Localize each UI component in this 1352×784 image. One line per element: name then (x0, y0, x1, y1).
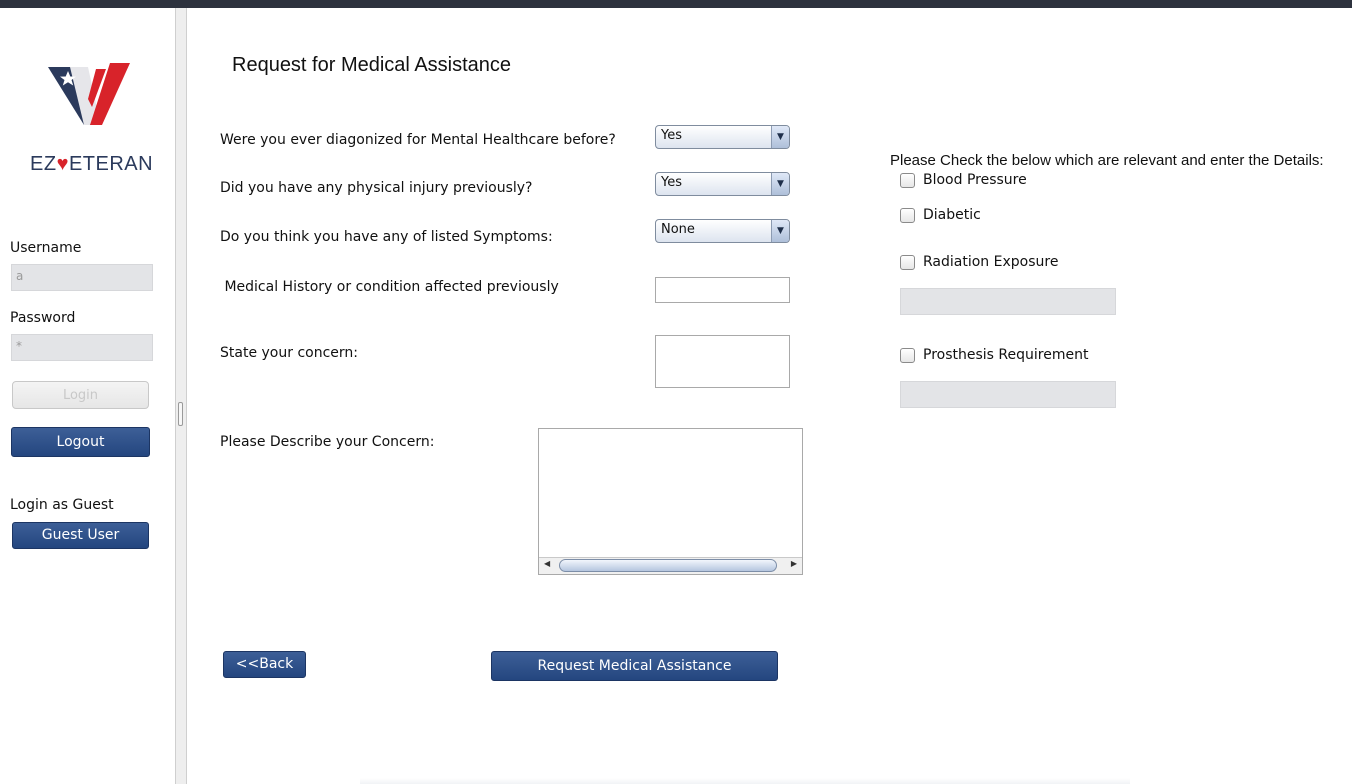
horizontal-scrollbar[interactable]: ◀ ▶ (539, 557, 802, 574)
request-medical-assistance-button[interactable]: Request Medical Assistance (491, 651, 778, 681)
username-label: Username (10, 240, 82, 256)
brand-name: EZ♥ETERAN (30, 153, 153, 176)
mental-health-select-value: Yes (661, 128, 682, 143)
radiation-exposure-label: Radiation Exposure (923, 254, 1059, 270)
logout-button[interactable]: Logout (11, 427, 150, 457)
question-state-concern: State your concern: (220, 345, 358, 361)
radiation-exposure-option[interactable]: Radiation Exposure (900, 254, 1058, 270)
chevron-down-icon: ▼ (771, 126, 789, 148)
brand-suffix: ETERAN (68, 153, 154, 175)
diabetic-label: Diabetic (923, 207, 981, 223)
mental-health-select[interactable]: Yes ▼ (655, 125, 790, 149)
symptoms-select-value: None (661, 222, 695, 237)
physical-injury-select-value: Yes (661, 175, 682, 190)
prosthesis-label: Prosthesis Requirement (923, 347, 1089, 363)
question-describe-concern: Please Describe your Concern: (220, 434, 435, 450)
question-symptoms: Do you think you have any of listed Symp… (220, 229, 553, 245)
details-heading: Please Check the below which are relevan… (890, 152, 1324, 169)
scrollbar-thumb[interactable] (559, 559, 777, 572)
brand-v-mark-icon: ♥ (56, 153, 69, 175)
physical-injury-select[interactable]: Yes ▼ (655, 172, 790, 196)
prosthesis-option[interactable]: Prosthesis Requirement (900, 347, 1088, 363)
medical-history-input[interactable] (655, 277, 790, 303)
symptoms-select[interactable]: None ▼ (655, 219, 790, 243)
page-title: Request for Medical Assistance (232, 54, 512, 76)
scroll-left-icon[interactable]: ◀ (544, 559, 550, 568)
diabetic-option[interactable]: Diabetic (900, 207, 981, 223)
password-input[interactable]: * (11, 334, 153, 361)
back-button[interactable]: <<Back (223, 651, 306, 678)
veteran-flag-v-logo-icon (48, 63, 130, 125)
prosthesis-details-input[interactable] (900, 381, 1116, 408)
divider-grip-icon[interactable] (178, 402, 183, 426)
prosthesis-checkbox[interactable] (900, 347, 915, 363)
radiation-exposure-checkbox[interactable] (900, 254, 915, 270)
diabetic-checkbox[interactable] (900, 207, 915, 223)
brand-prefix: EZ (30, 153, 57, 175)
question-medical-history: Medical History or condition affected pr… (220, 279, 559, 295)
state-concern-input[interactable] (655, 335, 790, 388)
window-top-bar (0, 0, 1352, 8)
blood-pressure-checkbox[interactable] (900, 172, 915, 188)
bottom-shadow (360, 778, 1130, 784)
question-mental-health: Were you ever diagonized for Mental Heal… (220, 132, 616, 148)
blood-pressure-label: Blood Pressure (923, 172, 1027, 188)
blood-pressure-option[interactable]: Blood Pressure (900, 172, 1027, 188)
radiation-exposure-details-input[interactable] (900, 288, 1116, 315)
guest-user-button[interactable]: Guest User (12, 522, 149, 549)
split-pane-divider[interactable] (175, 8, 187, 784)
chevron-down-icon: ▼ (771, 173, 789, 195)
login-button[interactable]: Login (12, 381, 149, 409)
describe-concern-textarea[interactable]: ◀ ▶ (538, 428, 803, 575)
password-label: Password (10, 310, 76, 326)
guest-heading: Login as Guest (10, 497, 114, 513)
username-input[interactable]: a (11, 264, 153, 291)
chevron-down-icon: ▼ (771, 220, 789, 242)
scroll-right-icon[interactable]: ▶ (791, 559, 797, 568)
question-physical-injury: Did you have any physical injury previou… (220, 180, 533, 196)
